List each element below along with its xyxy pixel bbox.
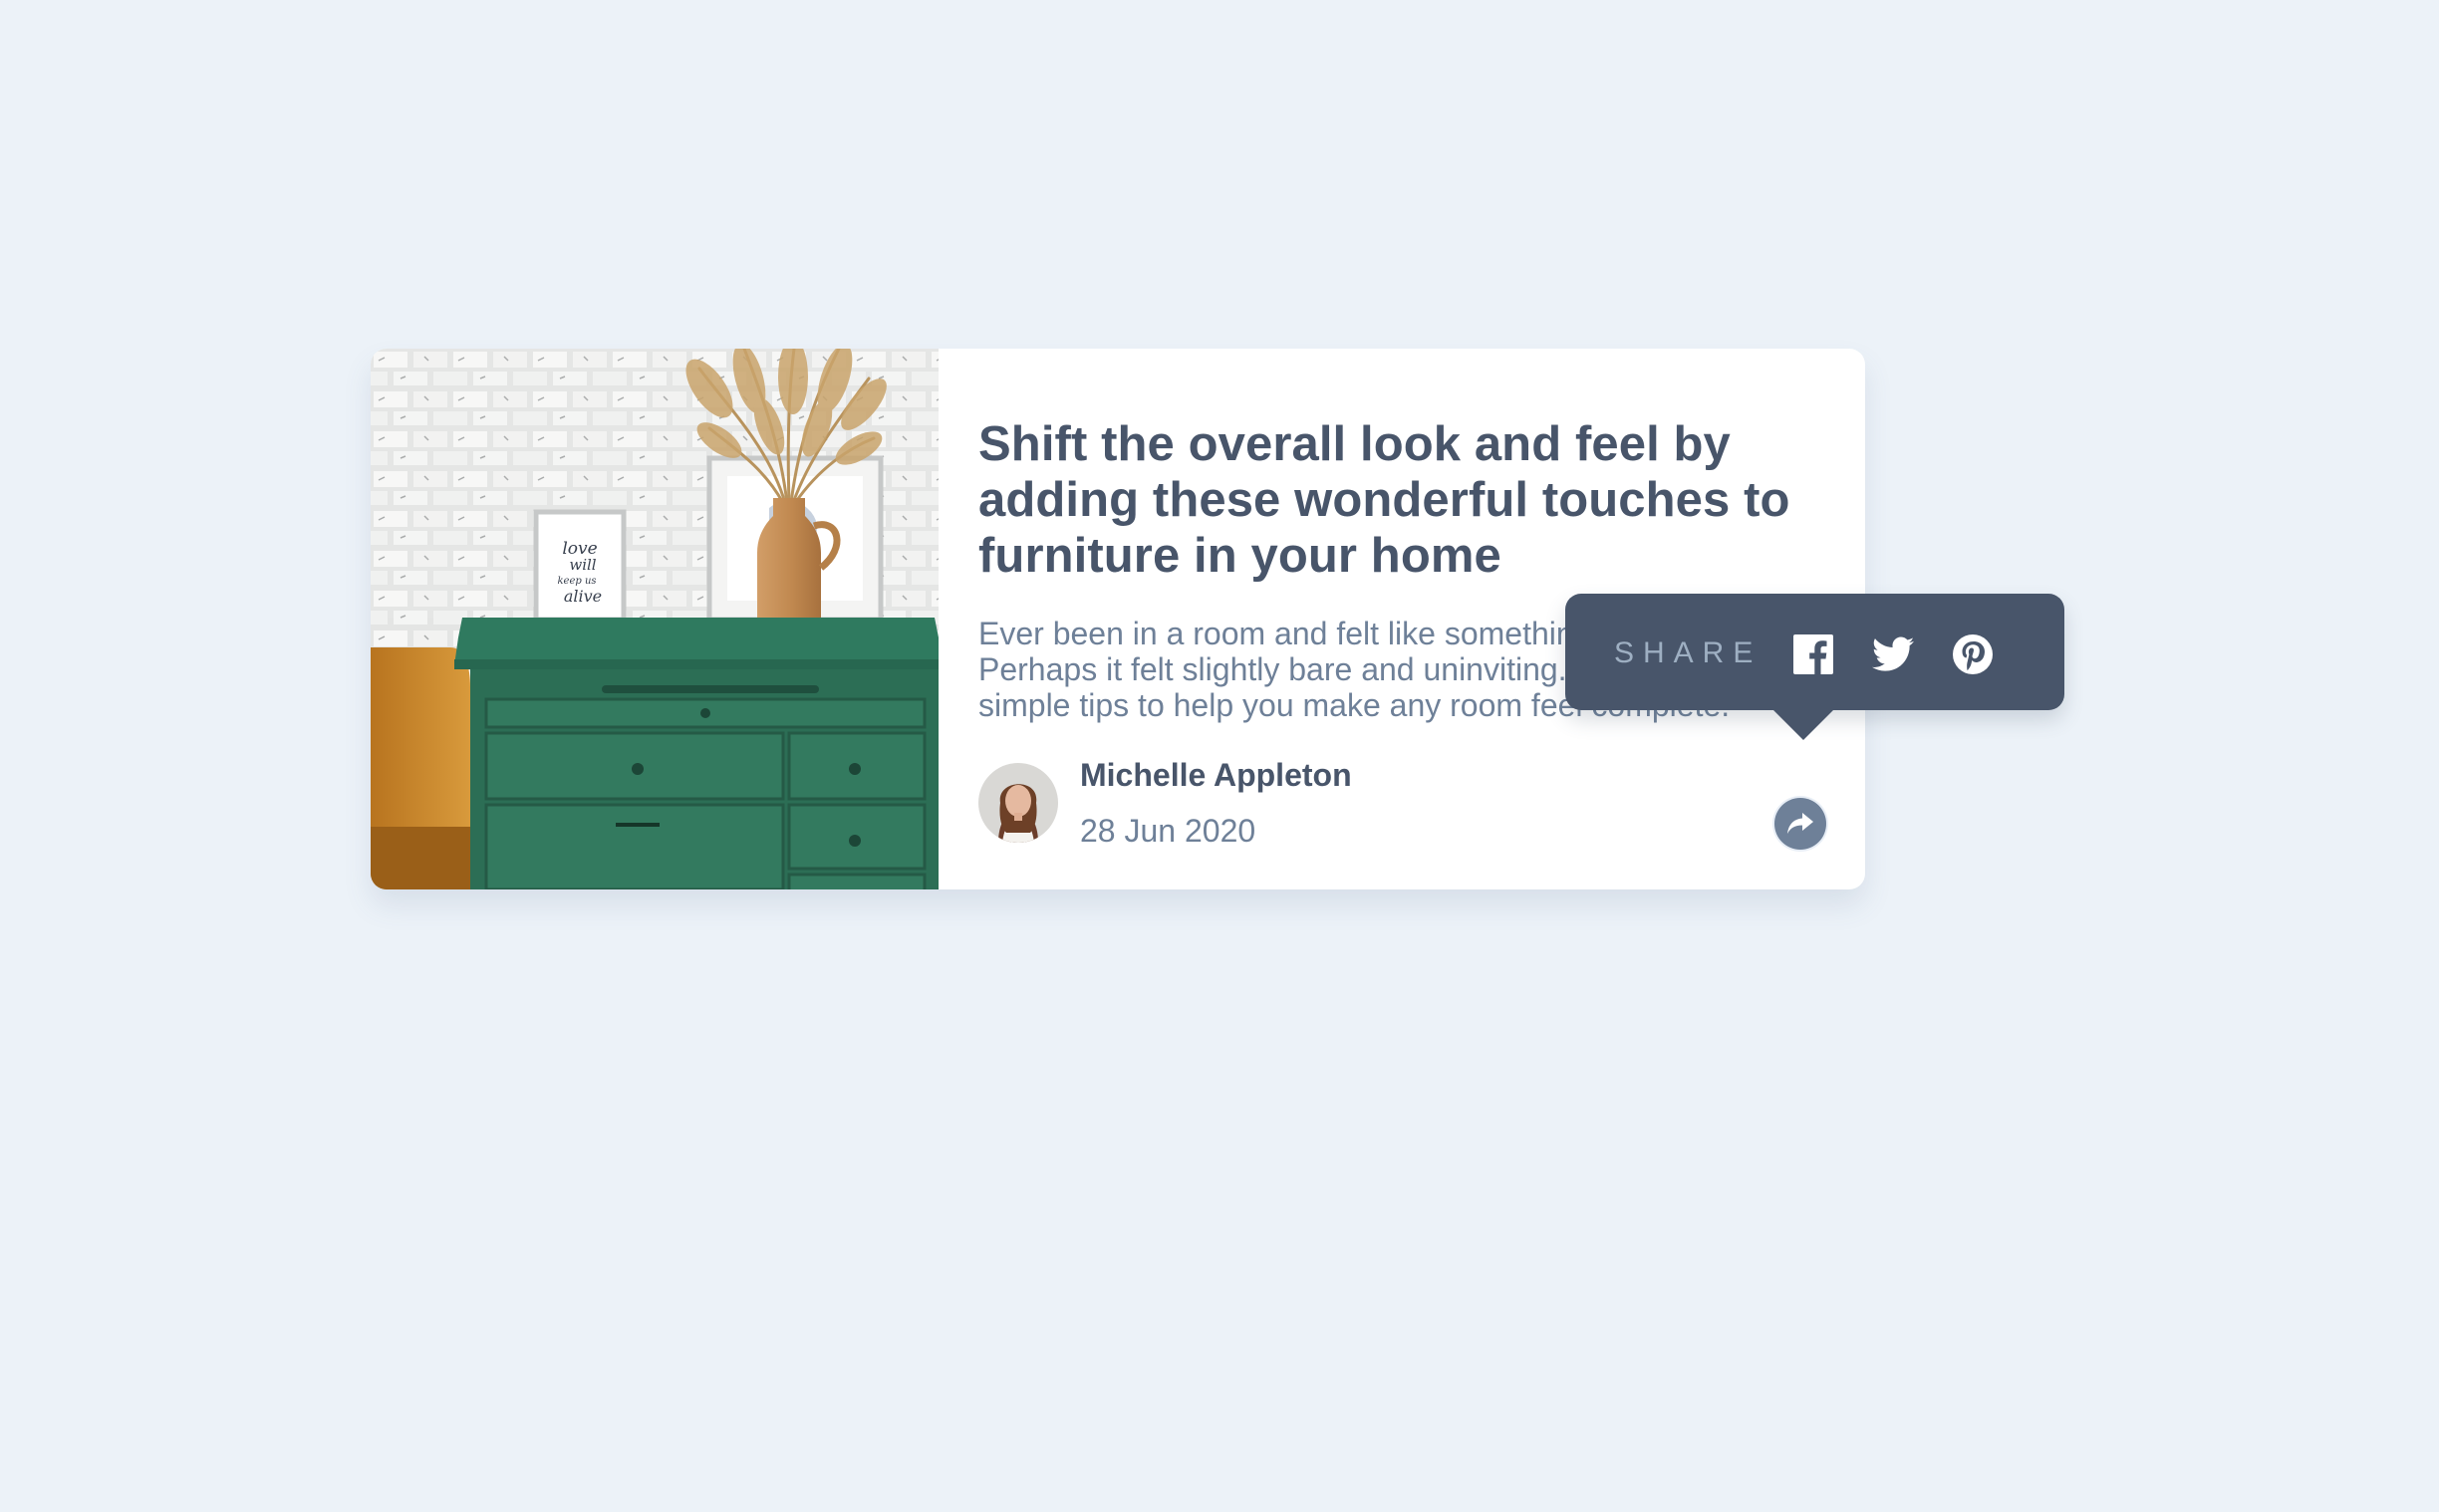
share-button[interactable] (1774, 798, 1826, 850)
share-label: SHARE (1614, 636, 1762, 669)
share-tooltip: SHARE (1565, 594, 2064, 740)
share-icon (1787, 813, 1813, 834)
twitter-icon[interactable] (1872, 633, 1914, 675)
avatar (978, 763, 1058, 843)
svg-text:keep us: keep us (557, 576, 596, 587)
publish-date: 28 Jun 2020 (1080, 813, 1256, 849)
article-title: Shift the overall look and feel by addin… (978, 417, 1790, 583)
pinterest-icon[interactable] (1952, 633, 1994, 675)
article-image: love will keep us alive (371, 349, 939, 889)
svg-text:alive: alive (564, 587, 602, 606)
svg-text:will: will (569, 556, 596, 574)
author-info: Michelle Appleton 28 Jun 2020 (978, 757, 1352, 849)
facebook-icon[interactable] (1792, 633, 1834, 675)
author-details: Michelle Appleton 28 Jun 2020 (1080, 757, 1352, 849)
author-name: Michelle Appleton (1080, 757, 1352, 793)
